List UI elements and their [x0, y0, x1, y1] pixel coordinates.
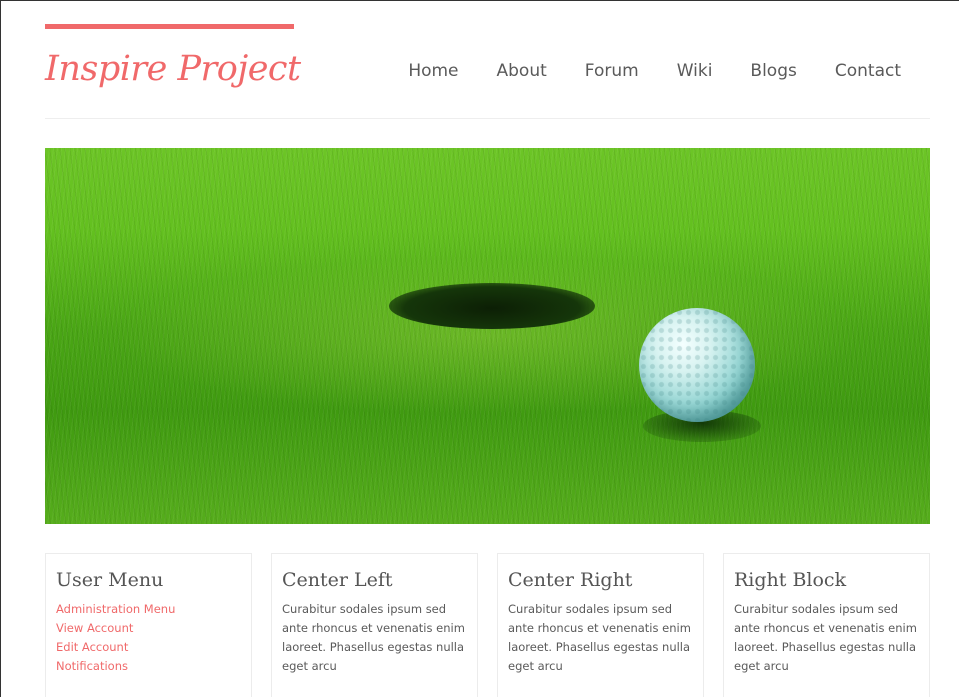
golf-ball — [639, 308, 755, 422]
right-block-title: Right Block — [734, 569, 847, 591]
center-left-title: Center Left — [282, 569, 393, 591]
center-right-text: Curabitur sodales ipsum sed ante rhoncus… — [508, 602, 691, 673]
center-left-text: Curabitur sodales ipsum sed ante rhoncus… — [282, 602, 465, 673]
link-view-account[interactable]: View Account — [56, 619, 241, 638]
logo-accent-bar — [45, 24, 294, 29]
user-menu-list: Administration Menu View Account Edit Ac… — [56, 600, 241, 676]
hero-image-golf-ball — [45, 148, 930, 524]
nav-wiki[interactable]: Wiki — [677, 59, 713, 83]
main-nav: Home About Forum Wiki Blogs Contact — [408, 59, 901, 83]
golf-hole — [389, 283, 595, 329]
user-menu-block: User Menu Administration Menu View Accou… — [45, 553, 252, 697]
right-block: Right Block Curabitur sodales ipsum sed … — [723, 553, 930, 697]
site-logo[interactable]: Inspire Project — [45, 45, 315, 93]
golf-ball-dimples — [639, 308, 755, 422]
header-divider — [45, 118, 930, 119]
grass-texture — [45, 148, 930, 524]
right-block-text: Curabitur sodales ipsum sed ante rhoncus… — [734, 602, 917, 673]
link-edit-account[interactable]: Edit Account — [56, 638, 241, 657]
nav-contact[interactable]: Contact — [835, 59, 901, 83]
link-administration-menu[interactable]: Administration Menu — [56, 600, 241, 619]
user-menu-title: User Menu — [56, 569, 164, 591]
center-right-title: Center Right — [508, 569, 633, 591]
page-frame: Inspire Project Home About Forum Wiki Bl… — [0, 0, 959, 697]
nav-forum[interactable]: Forum — [585, 59, 639, 83]
center-right-block: Center Right Curabitur sodales ipsum sed… — [497, 553, 704, 697]
center-left-block: Center Left Curabitur sodales ipsum sed … — [271, 553, 478, 697]
nav-about[interactable]: About — [497, 59, 547, 83]
nav-blogs[interactable]: Blogs — [750, 59, 796, 83]
nav-home[interactable]: Home — [408, 59, 458, 83]
link-notifications[interactable]: Notifications — [56, 657, 241, 676]
